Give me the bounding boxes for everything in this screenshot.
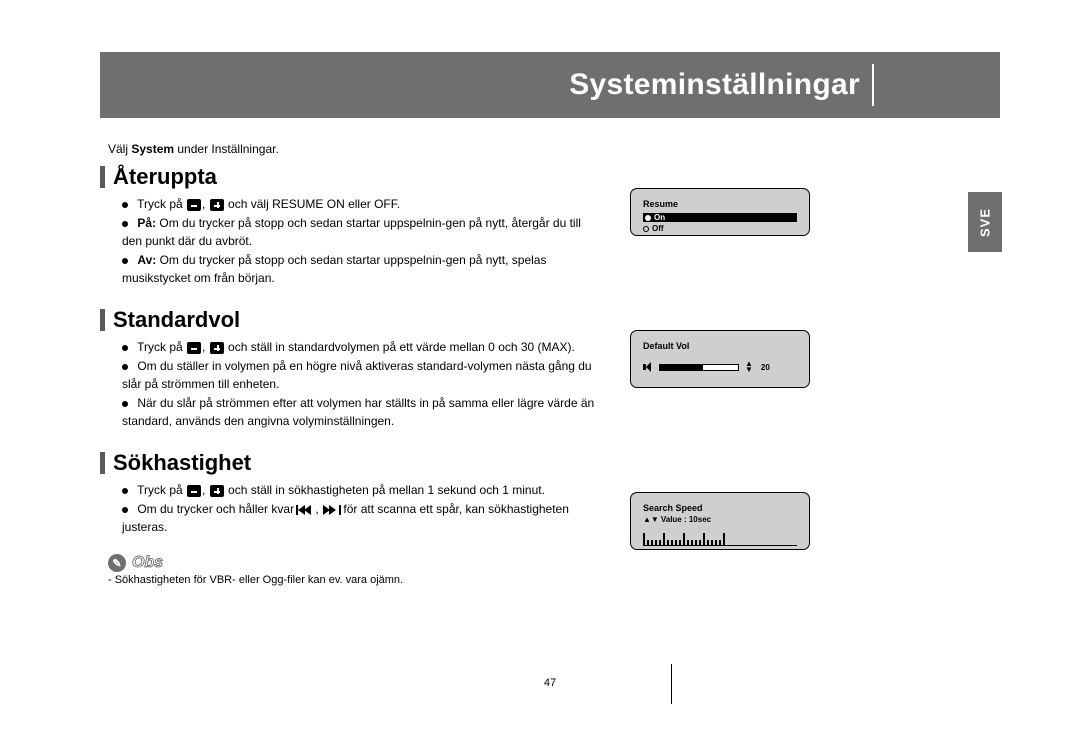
intro-text: Välj System under Inställningar. [108, 142, 1000, 156]
scale-icon [643, 530, 797, 546]
intro-bold: System [131, 142, 174, 156]
page-title: Systeminställningar [569, 68, 860, 102]
osd-searchspeed: Search Speed ▲▼Value : 10sec [630, 492, 810, 550]
manual-page: Systeminställningar SVE Välj System unde… [100, 52, 1000, 732]
osd-resume-on: On [643, 213, 797, 222]
osd-resume-title: Resume [643, 199, 797, 209]
defvol-line2: Om du ställer in volymen på en högre niv… [122, 359, 592, 390]
resume-off-label: Av: [137, 253, 156, 267]
section-defaultvol: Standardvol Tryck på , och ställ in stan… [100, 307, 1000, 430]
bullet-icon [122, 507, 128, 513]
section-marker-icon [100, 309, 105, 331]
osd-defvol-value: 20 [761, 363, 770, 372]
osd-defvol-title: Default Vol [643, 341, 797, 351]
defvol-line3: När du slår på strömmen efter att volyme… [122, 396, 594, 427]
bullet-icon [122, 258, 128, 264]
intro-suffix: under Inställningar. [174, 142, 279, 156]
section-marker-icon [100, 452, 105, 474]
note-text: - Sökhastigheten för VBR- eller Ogg-file… [108, 574, 1000, 586]
section-searchspeed: Sökhastighet Tryck på , och ställ in sök… [100, 450, 1000, 536]
radio-off-icon [643, 226, 649, 232]
section-title-defaultvol: Standardvol [113, 307, 240, 333]
resume-line1b: och välj RESUME ON eller OFF. [228, 197, 400, 211]
osd-resume-off: Off [643, 224, 797, 233]
speaker-icon [643, 362, 653, 372]
page-number: 47 [100, 677, 1000, 689]
bullet-icon [122, 364, 128, 370]
plus-icon [210, 485, 224, 497]
header-divider [872, 64, 874, 106]
osd-speed-title: Search Speed [643, 503, 797, 513]
defvol-line1a: Tryck på [137, 340, 186, 354]
bullet-icon [122, 488, 128, 494]
intro-prefix: Välj [108, 142, 131, 156]
updown-icon: ▲▼ [745, 361, 753, 373]
osd-speed-value: ▲▼Value : 10sec [643, 515, 797, 524]
section-title-search: Sökhastighet [113, 450, 251, 476]
resume-on-text: Om du trycker på stopp och sedan startar… [122, 216, 581, 247]
section-title-resume: Återuppta [113, 164, 217, 190]
section-marker-icon [100, 166, 105, 188]
updown-icon: ▲▼ [643, 517, 659, 523]
plus-icon [210, 342, 224, 354]
osd-resume: Resume On Off [630, 188, 810, 236]
radio-on-icon [645, 215, 651, 221]
search-line1a: Tryck på [137, 483, 186, 497]
note-label: Obs [132, 554, 163, 572]
bullet-icon [122, 401, 128, 407]
resume-on-label: På: [137, 216, 156, 230]
search-line2a: Om du trycker och håller kvar [137, 502, 297, 516]
volume-bar [659, 364, 739, 371]
section-resume: Återuppta Tryck på , och välj RESUME ON … [100, 164, 1000, 287]
minus-icon [187, 199, 201, 211]
bullet-icon [122, 345, 128, 351]
header-bar: Systeminställningar [100, 52, 1000, 118]
skip-forward-icon [323, 505, 339, 515]
note-icon: ✎ [108, 554, 126, 572]
resume-line1a: Tryck på [137, 197, 186, 211]
bullet-icon [122, 221, 128, 227]
search-line1b: och ställ in sökhastigheten på mellan 1 … [228, 483, 545, 497]
plus-icon [210, 199, 224, 211]
skip-back-icon [298, 505, 314, 515]
osd-defaultvol: Default Vol ▲▼ 20 [630, 330, 810, 388]
note-heading: ✎ Obs [108, 554, 1000, 572]
minus-icon [187, 485, 201, 497]
defvol-line1b: och ställ in standardvolymen på ett värd… [228, 340, 575, 354]
minus-icon [187, 342, 201, 354]
bullet-icon [122, 202, 128, 208]
resume-off-text: Om du trycker på stopp och sedan startar… [122, 253, 546, 284]
